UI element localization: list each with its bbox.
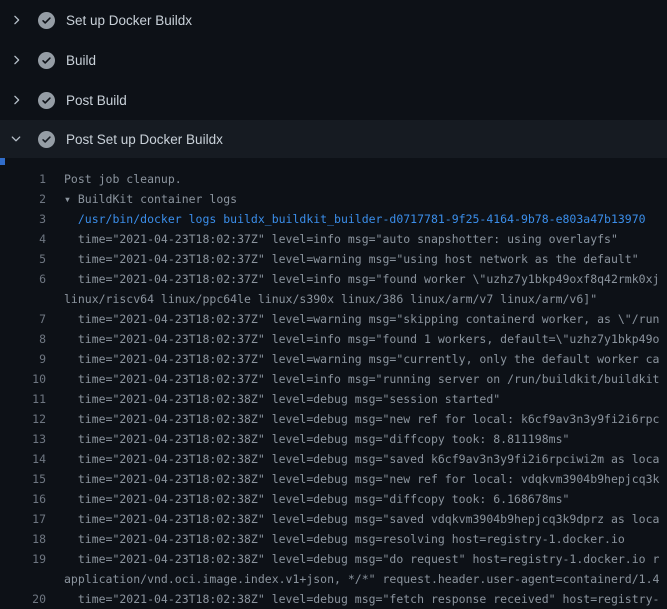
log-line-number <box>0 569 46 589</box>
log-line: 11 time="2021-04-23T18:02:38Z" level=deb… <box>0 389 667 409</box>
log-text: time="2021-04-23T18:02:38Z" level=debug … <box>64 469 659 489</box>
log-line: 15 time="2021-04-23T18:02:38Z" level=deb… <box>0 469 667 489</box>
log-command-text: /usr/bin/docker logs buildx_buildkit_bui… <box>64 209 646 229</box>
log-line-number[interactable]: 12 <box>0 409 46 429</box>
log-line: 10 time="2021-04-23T18:02:37Z" level=inf… <box>0 369 667 389</box>
log-text: time="2021-04-23T18:02:38Z" level=debug … <box>64 489 569 509</box>
log-text: time="2021-04-23T18:02:38Z" level=debug … <box>64 429 569 449</box>
log-line: 17 time="2021-04-23T18:02:38Z" level=deb… <box>0 509 667 529</box>
step-header[interactable]: Post Build <box>0 80 667 120</box>
step-label: Set up Docker Buildx <box>66 13 192 28</box>
step-header[interactable]: Build <box>0 40 667 80</box>
chevron-right-icon[interactable] <box>9 53 23 67</box>
log-line: 7 time="2021-04-23T18:02:37Z" level=warn… <box>0 309 667 329</box>
step-label: Post Set up Docker Buildx <box>66 132 223 147</box>
log-lines: 1 Post job cleanup. 2 ▾ BuildKit container … <box>0 158 667 609</box>
collapse-triangle-icon[interactable]: ▾ <box>64 192 78 206</box>
log-line-number[interactable]: 9 <box>0 349 46 369</box>
log-line-number[interactable]: 17 <box>0 509 46 529</box>
log-text: time="2021-04-23T18:02:37Z" level=info m… <box>64 369 659 389</box>
log-line-number[interactable]: 2 <box>0 189 46 209</box>
log-line-number[interactable]: 3 <box>0 209 46 229</box>
focus-indicator <box>0 158 5 165</box>
log-line-number[interactable]: 16 <box>0 489 46 509</box>
log-line: 20 time="2021-04-23T18:02:38Z" level=deb… <box>0 589 667 609</box>
log-line: 4 time="2021-04-23T18:02:37Z" level=info… <box>0 229 667 249</box>
log-line-number[interactable]: 10 <box>0 369 46 389</box>
log-line-number <box>0 289 46 309</box>
log-line-number[interactable]: 19 <box>0 549 46 569</box>
log-line-number[interactable]: 8 <box>0 329 46 349</box>
log-line-number[interactable]: 6 <box>0 269 46 289</box>
log-line: 19 time="2021-04-23T18:02:38Z" level=deb… <box>0 549 667 569</box>
log-line: 8 time="2021-04-23T18:02:37Z" level=info… <box>0 329 667 349</box>
log-text: time="2021-04-23T18:02:38Z" level=debug … <box>64 389 500 409</box>
log-text: time="2021-04-23T18:02:37Z" level=warnin… <box>64 349 659 369</box>
log-line: 3 /usr/bin/docker logs buildx_buildkit_b… <box>0 209 667 229</box>
check-circle-icon <box>38 52 55 69</box>
log-line: application/vnd.oci.image.index.v1+json,… <box>0 569 667 589</box>
chevron-right-icon[interactable] <box>9 93 23 107</box>
log-text: time="2021-04-23T18:02:38Z" level=debug … <box>64 409 659 429</box>
log-text: application/vnd.oci.image.index.v1+json,… <box>64 569 659 589</box>
log-group-title[interactable]: BuildKit container logs <box>78 192 237 206</box>
check-circle-icon <box>38 92 55 109</box>
log-line: 18 time="2021-04-23T18:02:38Z" level=deb… <box>0 529 667 549</box>
log-text: time="2021-04-23T18:02:38Z" level=debug … <box>64 529 625 549</box>
step-header[interactable]: Set up Docker Buildx <box>0 0 667 40</box>
log-line-number[interactable]: 11 <box>0 389 46 409</box>
log-text: time="2021-04-23T18:02:37Z" level=warnin… <box>64 249 639 269</box>
log-line-number[interactable]: 13 <box>0 429 46 449</box>
log-line: 13 time="2021-04-23T18:02:38Z" level=deb… <box>0 429 667 449</box>
log-line-number[interactable]: 7 <box>0 309 46 329</box>
log-line-number[interactable]: 18 <box>0 529 46 549</box>
log-text: ▾ BuildKit container logs <box>64 189 237 209</box>
log-text: linux/riscv64 linux/ppc64le linux/s390x … <box>64 289 597 309</box>
check-circle-icon <box>38 12 55 29</box>
log-line: 1 Post job cleanup. <box>0 169 667 189</box>
log-text: time="2021-04-23T18:02:38Z" level=debug … <box>64 549 659 569</box>
log-text: time="2021-04-23T18:02:38Z" level=debug … <box>64 589 659 609</box>
log-text: time="2021-04-23T18:02:37Z" level=info m… <box>64 269 659 289</box>
check-circle-icon <box>38 131 55 148</box>
log-line-number[interactable]: 20 <box>0 589 46 609</box>
log-line-number[interactable]: 15 <box>0 469 46 489</box>
step-header[interactable]: Post Set up Docker Buildx <box>0 120 667 158</box>
log-text: time="2021-04-23T18:02:37Z" level=warnin… <box>64 309 659 329</box>
step-label: Build <box>66 53 96 68</box>
log-text: time="2021-04-23T18:02:38Z" level=debug … <box>64 449 659 469</box>
step-label: Post Build <box>66 93 127 108</box>
log-line: 16 time="2021-04-23T18:02:38Z" level=deb… <box>0 489 667 509</box>
steps-list: Set up Docker Buildx Build Post Build Post … <box>0 0 667 158</box>
log-text: Post job cleanup. <box>64 169 182 189</box>
log-line-number[interactable]: 1 <box>0 169 46 189</box>
log-line-number[interactable]: 5 <box>0 249 46 269</box>
chevron-down-icon[interactable] <box>9 132 23 146</box>
log-line: linux/riscv64 linux/ppc64le linux/s390x … <box>0 289 667 309</box>
log-line: 14 time="2021-04-23T18:02:38Z" level=deb… <box>0 449 667 469</box>
log-line-number[interactable]: 4 <box>0 229 46 249</box>
log-line: 5 time="2021-04-23T18:02:37Z" level=warn… <box>0 249 667 269</box>
log-text: time="2021-04-23T18:02:38Z" level=debug … <box>64 509 659 529</box>
log-line: 12 time="2021-04-23T18:02:38Z" level=deb… <box>0 409 667 429</box>
log-text: time="2021-04-23T18:02:37Z" level=info m… <box>64 229 618 249</box>
log-line: 6 time="2021-04-23T18:02:37Z" level=info… <box>0 269 667 289</box>
log-line-number[interactable]: 14 <box>0 449 46 469</box>
log-line: 2 ▾ BuildKit container logs <box>0 189 667 209</box>
chevron-right-icon[interactable] <box>9 13 23 27</box>
log-text: time="2021-04-23T18:02:37Z" level=info m… <box>64 329 659 349</box>
log-line: 9 time="2021-04-23T18:02:37Z" level=warn… <box>0 349 667 369</box>
